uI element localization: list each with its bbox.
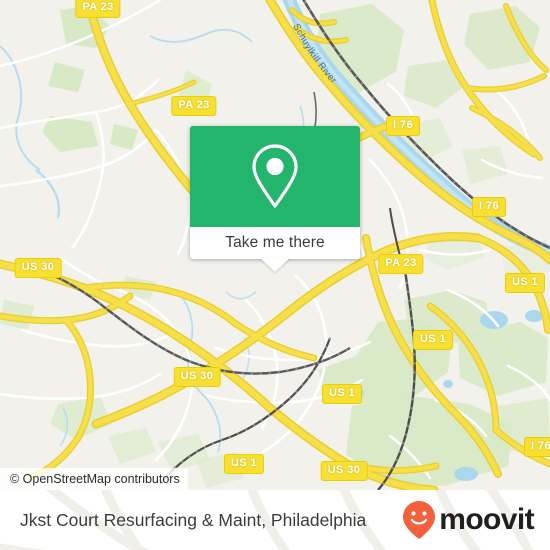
road-shield: I 76 — [524, 437, 550, 457]
moovit-pin-smiley-icon — [403, 501, 436, 539]
road-shield: US 1 — [504, 273, 546, 293]
map-pin-icon — [252, 143, 298, 208]
map-canvas[interactable]: Schuylkill River PA 23 PA 23 I 76 I 76 US 30… — [0, 0, 550, 490]
map-attribution[interactable]: © OpenStreetMap contributors — [0, 468, 188, 490]
take-me-there-label: Take me there — [225, 234, 325, 251]
destination-callout-card[interactable]: Take me there — [190, 126, 360, 272]
callout-pointer — [260, 258, 290, 272]
road-shield: PA 23 — [75, 0, 121, 18]
road-shield: I 76 — [386, 116, 420, 136]
road-shield: PA 23 — [171, 96, 217, 116]
road-shield: US 30 — [173, 367, 221, 387]
page-title: Jkst Court Resurfacing & Maint, Philadel… — [20, 510, 367, 530]
road-shield: US 30 — [14, 258, 62, 278]
road-shield: US 1 — [223, 454, 265, 474]
moovit-brand[interactable]: moovit — [402, 490, 535, 550]
moovit-wordmark: moovit — [439, 503, 534, 536]
road-shield: US 1 — [321, 384, 363, 404]
callout-pin-area — [190, 126, 360, 227]
road-shield: I 76 — [472, 197, 506, 217]
road-shield: US 30 — [320, 461, 368, 481]
road-shield: US 1 — [412, 330, 454, 350]
moovit-map-share-card: Schuylkill River PA 23 PA 23 I 76 I 76 US 30… — [0, 0, 550, 550]
road-shield: PA 23 — [378, 254, 424, 274]
footer-bar: Jkst Court Resurfacing & Maint, Philadel… — [0, 490, 550, 550]
callout-action-area[interactable]: Take me there — [190, 227, 360, 259]
